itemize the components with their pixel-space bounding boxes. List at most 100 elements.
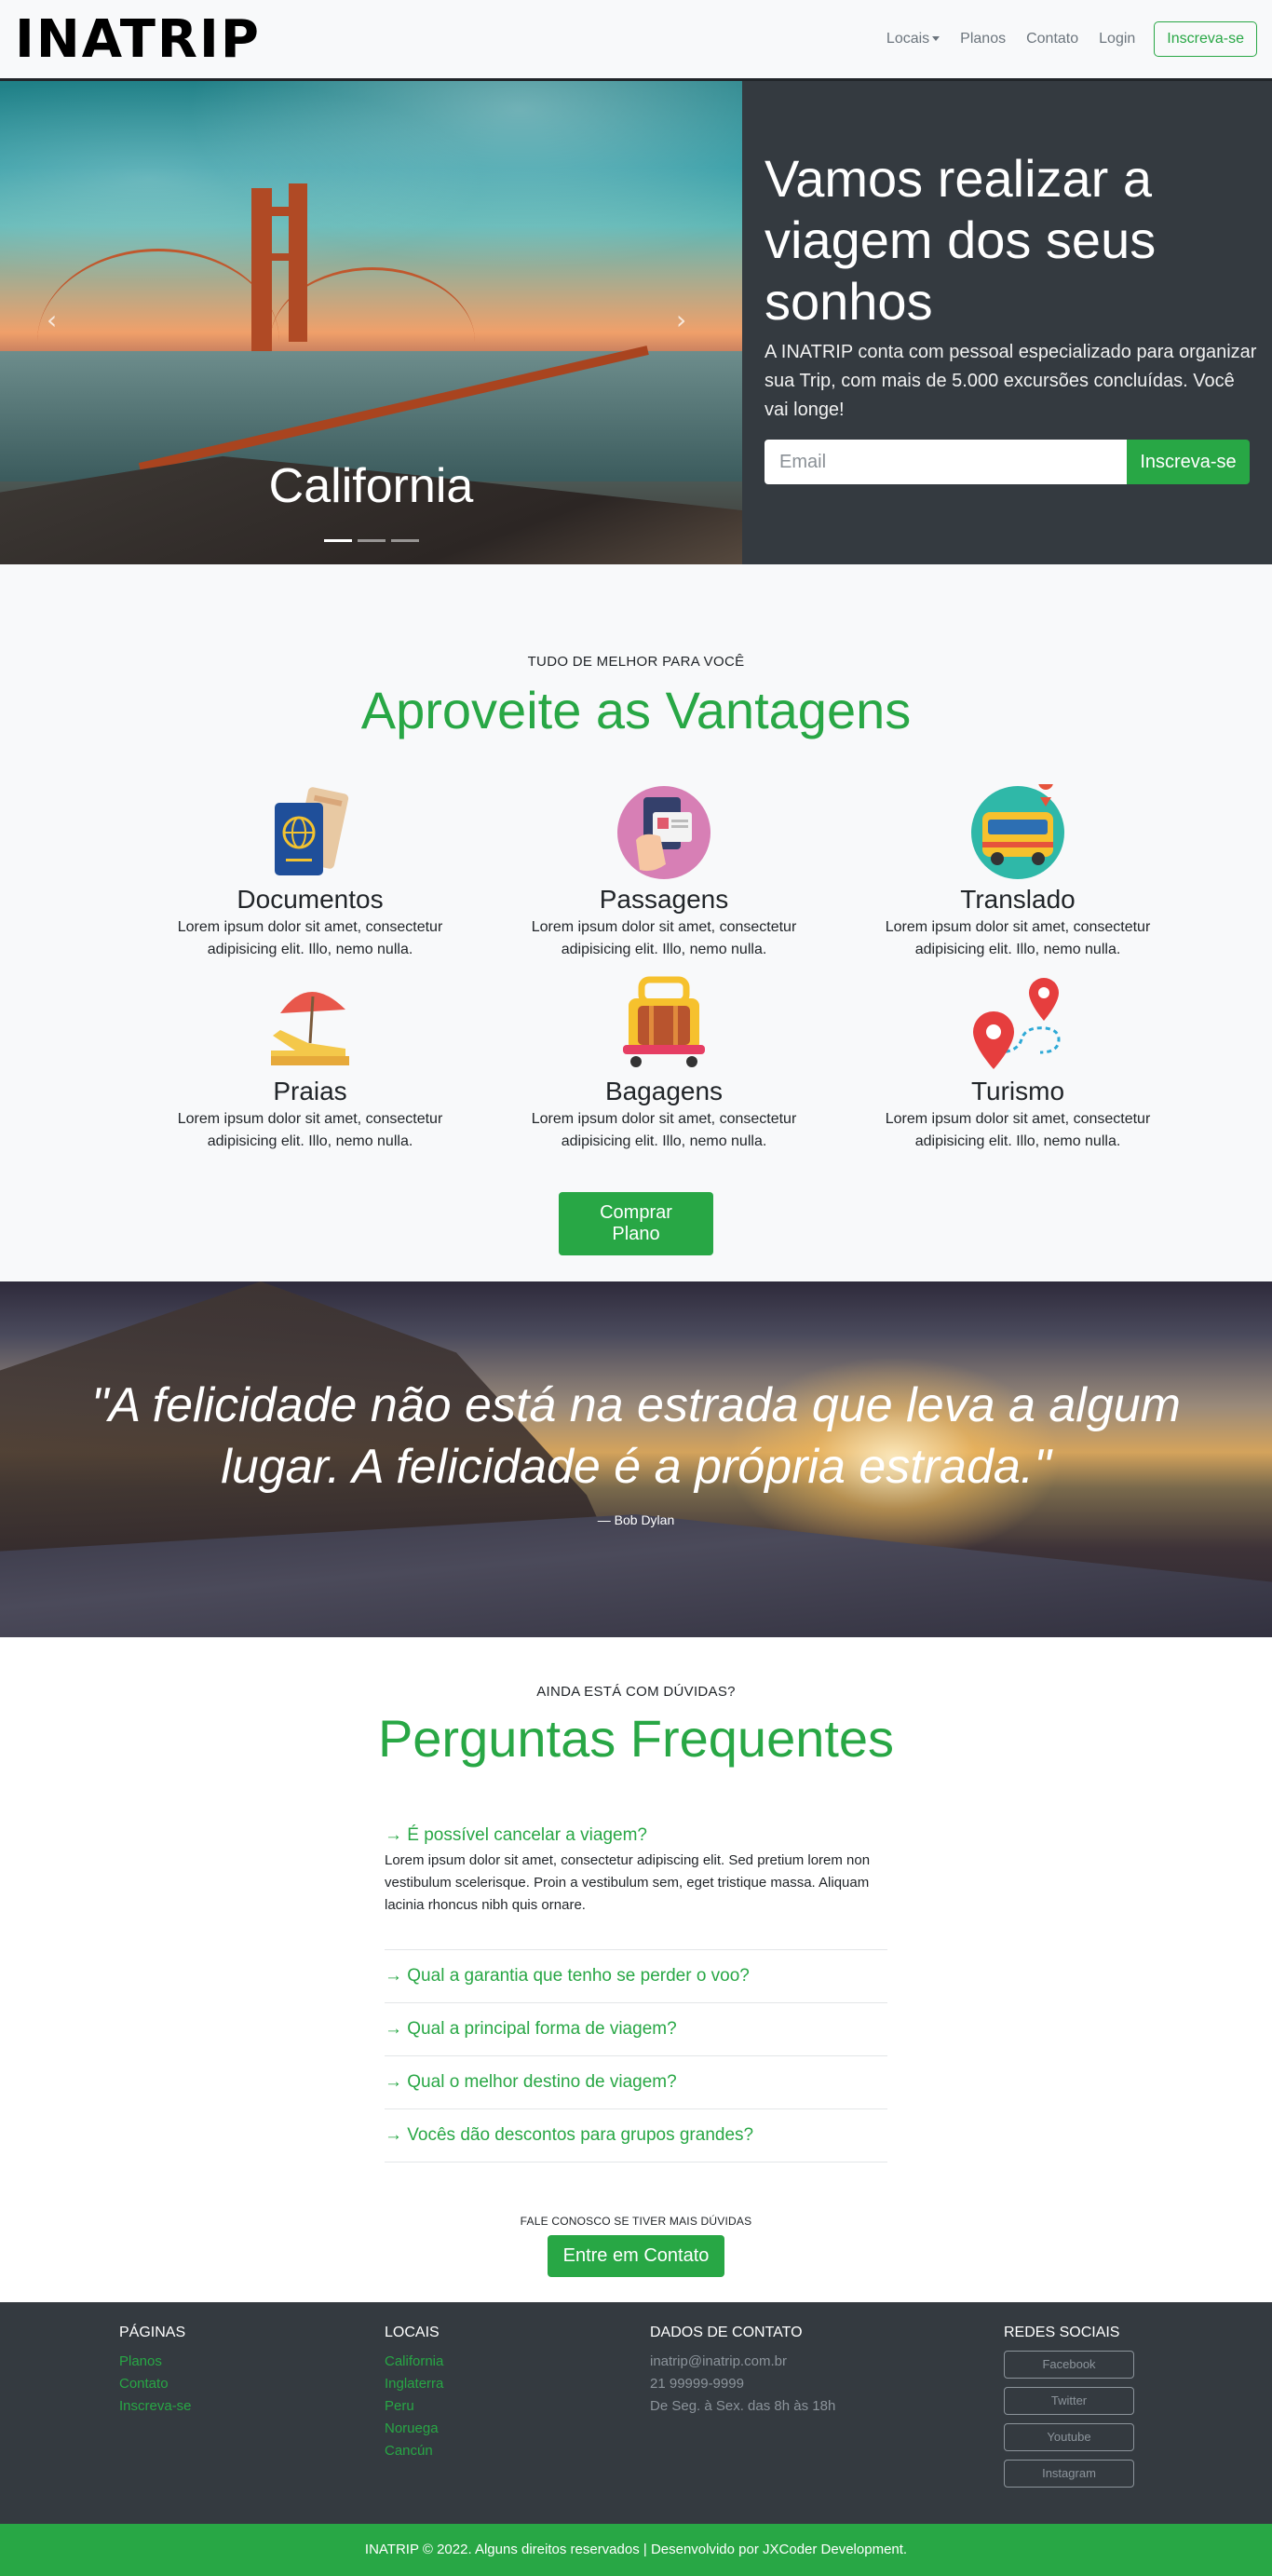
main-nav: Locais Planos Contato Login Inscreva-se	[879, 21, 1257, 57]
hero-title: Vamos realizar a viagem dos seus sonhos	[765, 149, 1157, 331]
advantage-text: Lorem ipsum dolor sit amet, consectetur …	[885, 919, 1151, 957]
carousel-indicator[interactable]	[390, 539, 419, 542]
email-field[interactable]	[765, 440, 1127, 484]
footer-social-column: REDES SOCIAIS Facebook Twitter Youtube I…	[1004, 2325, 1134, 2496]
advantage-title: Documentos	[237, 885, 384, 914]
faq-answer: Lorem ipsum dolor sit amet, consectetur …	[385, 1852, 871, 1913]
faq-question[interactable]: → Qual o melhor destino de viagem?	[385, 2072, 887, 2093]
advantage-text: Lorem ipsum dolor sit amet, consectetur …	[531, 1111, 797, 1149]
faq-title: Perguntas Frequentes	[377, 1709, 895, 1768]
footer-email: inatrip@inatrip.com.br	[650, 2353, 787, 2369]
nav-locais-dropdown[interactable]: Locais	[879, 23, 947, 55]
carousel-indicator[interactable]	[357, 539, 386, 542]
faq-question[interactable]: → É possível cancelar a viagem?	[385, 1825, 887, 1846]
faq-item: → Qual o melhor destino de viagem?	[385, 2056, 887, 2109]
passport-icon	[275, 787, 349, 875]
bridge-tower-brace	[251, 253, 307, 261]
youtube-button[interactable]: Youtube	[1004, 2423, 1134, 2451]
bridge-tower-brace	[251, 207, 307, 216]
advantage-item: Passagens Lorem ipsum dolor sit amet, co…	[487, 784, 841, 957]
advantage-text: Lorem ipsum dolor sit amet, consectetur …	[177, 1111, 443, 1149]
footer-link-peru[interactable]: Peru	[385, 2395, 443, 2418]
advantage-title: Translado	[960, 885, 1076, 914]
faq-contact-cta: FALE CONOSCO SE TIVER MAIS DÚVIDAS Entre…	[0, 2215, 1272, 2277]
beach-icon	[271, 991, 349, 1065]
hero-text-panel: Vamos realizar a viagem dos seus sonhos …	[765, 148, 1258, 484]
luggage-icon	[623, 976, 705, 1067]
map-pin-icon	[973, 978, 1061, 1069]
twitter-button[interactable]: Twitter	[1004, 2387, 1134, 2415]
carousel-prev-icon[interactable]: ‹	[47, 305, 57, 335]
advantage-item: Translado Lorem ipsum dolor sit amet, co…	[841, 775, 1195, 957]
navbar: INATRIP Locais Planos Contato Login Insc…	[0, 0, 1272, 81]
faq-accordion: → É possível cancelar a viagem? Lorem ip…	[385, 1825, 887, 2162]
footer-phone: 21 99999-9999	[650, 2376, 744, 2392]
ticket-icon	[617, 786, 710, 879]
advantage-title: Bagagens	[604, 1077, 724, 1105]
faq-question[interactable]: → Vocês dão descontos para grupos grande…	[385, 2125, 887, 2146]
advantage-text: Lorem ipsum dolor sit amet, consectetur …	[531, 919, 797, 957]
advantage-item: Turismo Lorem ipsum dolor sit amet, cons…	[841, 976, 1195, 1149]
footer-link-cancun[interactable]: Cancún	[385, 2440, 443, 2462]
advantage-title: Passagens	[599, 885, 729, 914]
faq-item: → Qual a principal forma de viagem?	[385, 2003, 887, 2056]
nav-locais-label: Locais	[886, 31, 930, 47]
bridge-cable	[37, 249, 279, 435]
faq-question[interactable]: → Qual a garantia que tenho se perder o …	[385, 1966, 887, 1986]
hero-signup-button[interactable]: Inscreva-se	[1127, 440, 1250, 484]
advantage-item: Documentos Lorem ipsum dolor sit amet, c…	[133, 784, 487, 957]
hero-description: A INATRIP conta com pessoal especializad…	[765, 342, 1257, 420]
hero-carousel: ‹ › California	[0, 81, 742, 564]
faq-item: → Vocês dão descontos para grupos grande…	[385, 2109, 887, 2162]
brand-logo[interactable]: INATRIP	[15, 9, 261, 70]
advantage-title: Turismo	[970, 1077, 1065, 1105]
advantage-item: Bagagens Lorem ipsum dolor sit amet, con…	[487, 976, 841, 1149]
quote-text: "A felicidade não está na estrada que le…	[91, 1378, 1181, 1494]
carousel-indicator[interactable]	[323, 539, 352, 542]
hero-section: ‹ › California Vamos realizar a viagem d…	[0, 81, 1272, 564]
nav-login[interactable]: Login	[1091, 23, 1143, 55]
advantage-item: Praias Lorem ipsum dolor sit amet, conse…	[133, 976, 487, 1149]
faq-section: AINDA ESTÁ COM DÚVIDAS? Perguntas Freque…	[0, 1637, 1272, 2302]
advantages-title: Aproveite as Vantagens	[360, 681, 912, 739]
footer-link-noruega[interactable]: Noruega	[385, 2418, 443, 2440]
caret-down-icon	[932, 36, 940, 42]
carousel-caption: California	[268, 459, 474, 513]
nav-contato[interactable]: Contato	[1019, 23, 1086, 55]
faq-question[interactable]: → Qual a principal forma de viagem?	[385, 2019, 887, 2040]
facebook-button[interactable]: Facebook	[1004, 2351, 1134, 2379]
footer-hours: De Seg. à Sex. das 8h às 18h	[650, 2398, 836, 2414]
faq-item: → É possível cancelar a viagem? Lorem ip…	[385, 1825, 887, 1950]
footer-link-inglaterra[interactable]: Inglaterra	[385, 2373, 443, 2395]
quote-author: — Bob Dylan	[597, 1512, 675, 1527]
advantage-text: Lorem ipsum dolor sit amet, consectetur …	[885, 1111, 1151, 1149]
buy-plan-button[interactable]: Comprar Plano	[559, 1192, 713, 1255]
faq-cta-text: FALE CONOSCO SE TIVER MAIS DÚVIDAS	[520, 2215, 752, 2228]
footer-pages-title: PÁGINAS	[119, 2325, 186, 2340]
footer-contact-column: DADOS DE CONTATO inatrip@inatrip.com.br …	[650, 2325, 835, 2418]
footer-social-title: REDES SOCIAIS	[1004, 2325, 1120, 2340]
footer-link-contato[interactable]: Contato	[119, 2373, 192, 2395]
footer-contact-title: DADOS DE CONTATO	[650, 2325, 803, 2340]
instagram-button[interactable]: Instagram	[1004, 2460, 1134, 2488]
copyright-bar: INATRIP © 2022. Alguns direitos reservad…	[0, 2524, 1272, 2576]
faq-item: → Qual a garantia que tenho se perder o …	[385, 1950, 887, 2003]
footer-locations-title: LOCAIS	[385, 2325, 440, 2340]
quote-section: "A felicidade não está na estrada que le…	[0, 1281, 1272, 1637]
faq-kicker: AINDA ESTÁ COM DÚVIDAS?	[536, 1684, 736, 1700]
nav-planos[interactable]: Planos	[953, 23, 1013, 55]
advantages-kicker: TUDO DE MELHOR PARA VOCÊ	[527, 654, 745, 670]
carousel-indicators	[0, 539, 742, 542]
footer-link-california[interactable]: California	[385, 2351, 443, 2373]
footer-link-inscreva-se[interactable]: Inscreva-se	[119, 2395, 192, 2418]
footer-link-planos[interactable]: Planos	[119, 2351, 192, 2373]
nav-signup-button[interactable]: Inscreva-se	[1154, 21, 1257, 57]
advantages-grid: Documentos Lorem ipsum dolor sit amet, c…	[133, 775, 1195, 1149]
carousel-next-icon[interactable]: ›	[676, 305, 686, 335]
advantage-title: Praias	[273, 1077, 347, 1105]
footer-pages-column: PÁGINAS Planos Contato Inscreva-se	[119, 2325, 192, 2418]
advantage-text: Lorem ipsum dolor sit amet, consectetur …	[177, 919, 443, 957]
contact-button[interactable]: Entre em Contato	[547, 2235, 725, 2277]
footer-locations-column: LOCAIS California Inglaterra Peru Norueg…	[385, 2325, 443, 2462]
footer: PÁGINAS Planos Contato Inscreva-se LOCAI…	[0, 2302, 1272, 2524]
